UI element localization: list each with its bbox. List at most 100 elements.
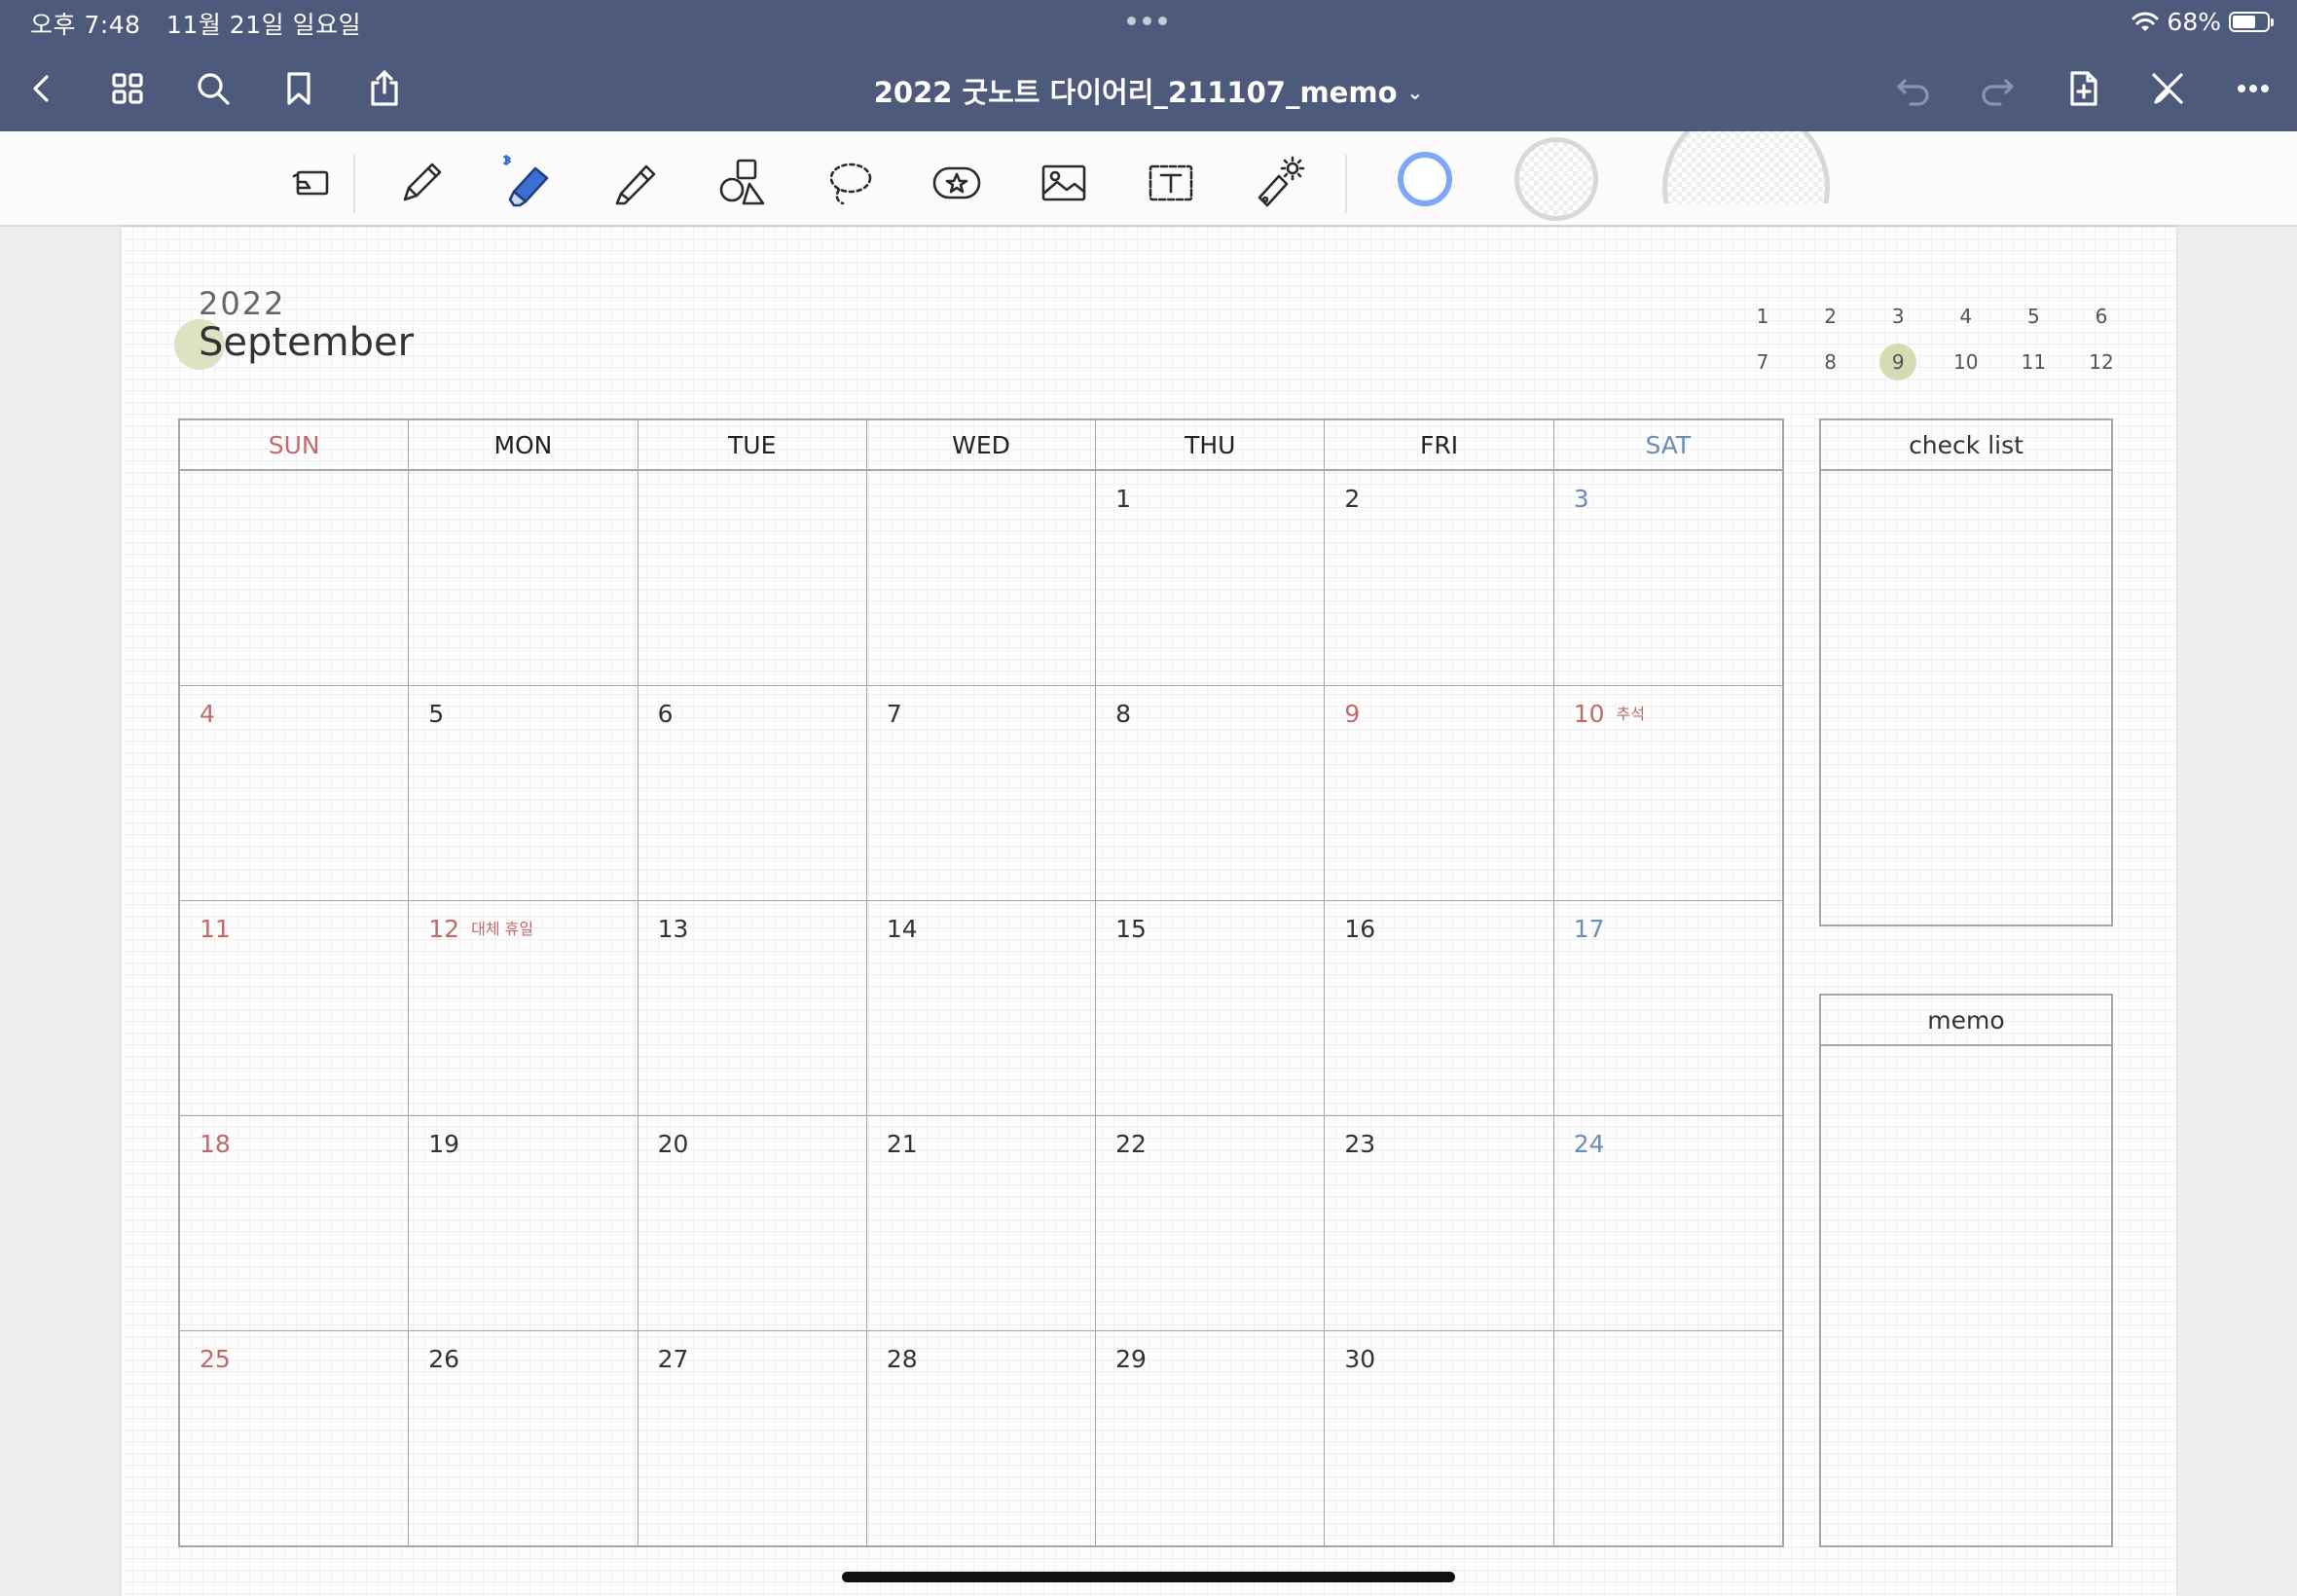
day-number: 12 bbox=[428, 915, 460, 943]
more-icon[interactable] bbox=[2229, 64, 2278, 113]
status-date: 11월 21일 일요일 bbox=[166, 11, 362, 39]
day-number: 30 bbox=[1344, 1345, 1376, 1373]
document-title[interactable]: 2022 굿노트 다이어리_211107_memo ⌄ bbox=[0, 70, 2297, 111]
calendar-day-cell[interactable]: 24 bbox=[1554, 1116, 1782, 1330]
home-indicator[interactable] bbox=[842, 1572, 1455, 1582]
day-number: 11 bbox=[200, 915, 231, 943]
highlighter-icon[interactable] bbox=[603, 151, 668, 215]
calendar-day-cell[interactable]: 26 bbox=[409, 1331, 638, 1546]
calendar-day-cell[interactable]: 2 bbox=[1325, 471, 1554, 685]
zoom-window-icon[interactable] bbox=[280, 151, 345, 215]
calendar-day-cell[interactable]: 17 bbox=[1554, 901, 1782, 1115]
close-tools-icon[interactable] bbox=[2143, 64, 2192, 113]
undo-icon[interactable] bbox=[1888, 64, 1937, 113]
calendar-day-cell[interactable]: 7 bbox=[867, 686, 1097, 900]
eraser-icon[interactable] bbox=[496, 151, 561, 215]
battery-level bbox=[2233, 16, 2256, 28]
calendar-week: 4 5 6 7 8 9 10 추석 bbox=[180, 686, 1782, 901]
month-link-10[interactable]: 10 bbox=[1941, 345, 1991, 380]
month-link-5[interactable]: 5 bbox=[2008, 299, 2059, 334]
day-number: 18 bbox=[200, 1130, 231, 1158]
calendar-day-cell[interactable]: 9 bbox=[1325, 686, 1554, 900]
calendar-day-cell[interactable]: 19 bbox=[409, 1116, 638, 1330]
month-link-4[interactable]: 4 bbox=[1941, 299, 1991, 334]
calendar-week: 25 26 27 28 29 30 bbox=[180, 1331, 1782, 1546]
shapes-icon[interactable] bbox=[711, 151, 775, 215]
calendar-day-cell[interactable]: 11 bbox=[180, 901, 410, 1115]
month-link-1[interactable]: 1 bbox=[1737, 299, 1788, 334]
navigation-bar: 오후 7:48 11월 21일 일요일 68% 2022 굿노트 다이어리_21… bbox=[0, 0, 2297, 131]
image-icon[interactable] bbox=[1032, 151, 1096, 215]
title-chevron-down-icon: ⌄ bbox=[1406, 81, 1424, 104]
calendar-day-cell[interactable]: 8 bbox=[1096, 686, 1326, 900]
calendar-day-cell[interactable]: 3 bbox=[1554, 471, 1782, 685]
day-number: 27 bbox=[657, 1345, 689, 1373]
weekday-header: SUN MON TUE WED THU FRI SAT bbox=[180, 420, 1782, 471]
calendar-body: 1 2 3 4 5 6 7 8 9 10 추석 11 12 대체 휴일 13 14 15 16 17 18 19 20 21… bbox=[180, 471, 1782, 1546]
calendar-day-cell[interactable]: 5 bbox=[409, 686, 638, 900]
calendar-day-cell[interactable]: 27 bbox=[638, 1331, 867, 1546]
month-link-6[interactable]: 6 bbox=[2076, 299, 2127, 334]
calendar-day-cell[interactable]: 25 bbox=[180, 1331, 410, 1546]
memo-panel[interactable]: memo bbox=[1819, 994, 2113, 1547]
calendar-day-cell[interactable]: 15 bbox=[1096, 901, 1326, 1115]
calendar-week: 18 19 20 21 22 23 24 bbox=[180, 1116, 1782, 1331]
calendar-day-cell[interactable] bbox=[638, 471, 867, 685]
calendar-year: 2022 bbox=[199, 285, 286, 322]
calendar-day-cell[interactable]: 4 bbox=[180, 686, 410, 900]
status-bar-left: 오후 7:48 11월 21일 일요일 bbox=[30, 6, 379, 41]
day-number: 9 bbox=[1344, 700, 1361, 728]
calendar-day-cell[interactable]: 28 bbox=[867, 1331, 1097, 1546]
calendar-day-cell[interactable]: 13 bbox=[638, 901, 867, 1115]
weekday-wed: WED bbox=[867, 420, 1097, 469]
calendar-day-cell[interactable]: 10 추석 bbox=[1554, 686, 1782, 900]
calendar-day-cell[interactable] bbox=[180, 471, 410, 685]
calendar-day-cell[interactable]: 18 bbox=[180, 1116, 410, 1330]
thickness-swatch-medium[interactable] bbox=[1514, 137, 1598, 221]
calendar-day-cell[interactable]: 23 bbox=[1325, 1116, 1554, 1330]
color-swatch-selected[interactable] bbox=[1398, 152, 1452, 206]
month-link-3[interactable]: 3 bbox=[1873, 299, 1923, 334]
checklist-panel[interactable]: check list bbox=[1819, 418, 2113, 926]
day-number: 13 bbox=[657, 915, 689, 943]
calendar-day-cell[interactable]: 29 bbox=[1096, 1331, 1326, 1546]
calendar-day-cell[interactable] bbox=[409, 471, 638, 685]
calendar-week: 11 12 대체 휴일 13 14 15 16 17 bbox=[180, 901, 1782, 1116]
elements-icon[interactable] bbox=[925, 151, 989, 215]
wifi-icon bbox=[2132, 12, 2159, 31]
laser-pointer-icon[interactable] bbox=[1246, 151, 1310, 215]
notebook-page[interactable]: 2022 September 1 2 3 4 5 6 7 8 9 10 11 12 SUN MON TUE… bbox=[121, 227, 2176, 1596]
multitasking-dots-icon[interactable] bbox=[1127, 17, 1167, 25]
calendar-day-cell[interactable]: 14 bbox=[867, 901, 1097, 1115]
lasso-icon[interactable] bbox=[818, 151, 882, 215]
weekday-tue: TUE bbox=[638, 420, 867, 469]
calendar-day-cell[interactable]: 30 bbox=[1325, 1331, 1554, 1546]
redo-icon[interactable] bbox=[1974, 64, 2023, 113]
calendar-day-cell[interactable] bbox=[867, 471, 1097, 685]
calendar-day-cell[interactable] bbox=[1554, 1331, 1782, 1546]
day-number: 25 bbox=[200, 1345, 231, 1373]
text-icon[interactable] bbox=[1139, 151, 1203, 215]
month-link-7[interactable]: 7 bbox=[1737, 345, 1788, 380]
calendar-day-cell[interactable]: 1 bbox=[1096, 471, 1326, 685]
calendar-day-cell[interactable]: 16 bbox=[1325, 901, 1554, 1115]
calendar-day-cell[interactable]: 22 bbox=[1096, 1116, 1326, 1330]
month-link-12[interactable]: 12 bbox=[2076, 345, 2127, 380]
calendar-day-cell[interactable]: 12 대체 휴일 bbox=[409, 901, 638, 1115]
calendar-day-cell[interactable]: 6 bbox=[638, 686, 867, 900]
calendar-day-cell[interactable]: 20 bbox=[638, 1116, 867, 1330]
month-link-11[interactable]: 11 bbox=[2008, 345, 2059, 380]
document-title-text: 2022 굿노트 다이어리_211107_memo bbox=[873, 76, 1398, 109]
month-link-2[interactable]: 2 bbox=[1805, 299, 1856, 334]
day-number: 2 bbox=[1344, 485, 1361, 513]
day-number: 26 bbox=[428, 1345, 460, 1373]
day-number: 22 bbox=[1115, 1130, 1147, 1158]
month-index-row: 123456 bbox=[1737, 299, 2127, 345]
month-link-9[interactable]: 9 bbox=[1879, 344, 1917, 381]
month-index: 1 2 3 4 5 6 7 8 9 10 11 12 bbox=[1737, 299, 2127, 390]
battery-icon bbox=[2229, 12, 2274, 32]
pen-icon[interactable] bbox=[389, 151, 454, 215]
month-link-8[interactable]: 8 bbox=[1805, 345, 1856, 380]
calendar-day-cell[interactable]: 21 bbox=[867, 1116, 1097, 1330]
add-page-icon[interactable] bbox=[2060, 64, 2108, 113]
